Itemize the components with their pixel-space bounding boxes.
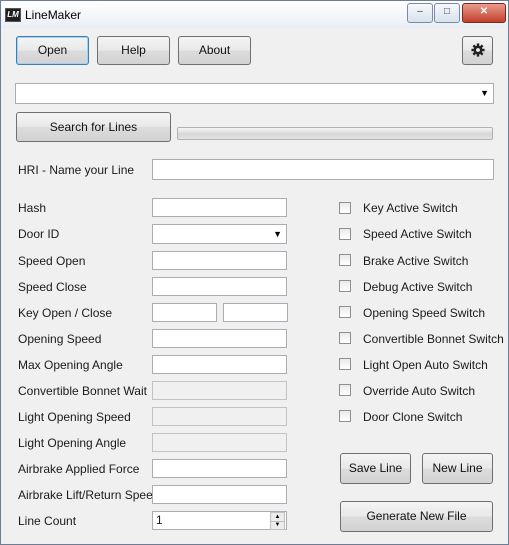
opening-speed-input[interactable] (152, 329, 287, 348)
override-auto-switch-label[interactable]: Override Auto Switch (363, 384, 475, 398)
close-button[interactable]: ✕ (462, 3, 506, 23)
light-opening-angle-label: Light Opening Angle (18, 436, 127, 450)
key-active-switch-label[interactable]: Key Active Switch (363, 201, 458, 215)
search-for-lines-button[interactable]: Search for Lines (16, 112, 171, 142)
key-close-input[interactable] (223, 303, 288, 322)
airbrake-lift-return-speed-label: Airbrake Lift/Return Speed (18, 488, 160, 502)
window-title: LineMaker (25, 8, 82, 22)
brake-active-switch-label[interactable]: Brake Active Switch (363, 254, 468, 268)
light-opening-speed-label: Light Opening Speed (18, 410, 131, 424)
stepper-down-icon[interactable]: ▼ (270, 521, 285, 530)
line-count-stepper[interactable]: 1 ▲ ▼ (152, 511, 287, 530)
opening-speed-label: Opening Speed (18, 332, 102, 346)
hash-input[interactable] (152, 198, 287, 217)
convertible-bonnet-wait-input (152, 381, 287, 400)
brake-active-switch-checkbox[interactable] (339, 254, 351, 266)
convertible-bonnet-switch-label[interactable]: Convertible Bonnet Switch (363, 332, 504, 346)
speed-close-input[interactable] (152, 277, 287, 296)
line-count-value: 1 (156, 513, 163, 527)
maximize-button[interactable]: □ (434, 3, 460, 23)
name-line-label: HRI - Name your Line (18, 163, 135, 177)
light-opening-angle-input (152, 433, 287, 452)
convertible-bonnet-switch-checkbox[interactable] (339, 332, 351, 344)
line-select-dropdown[interactable]: ▼ (15, 83, 494, 104)
help-button[interactable]: Help (97, 36, 170, 65)
about-button[interactable]: About (178, 36, 251, 65)
speed-open-input[interactable] (152, 251, 287, 270)
speed-active-switch-checkbox[interactable] (339, 228, 351, 240)
search-progress-bar (177, 127, 493, 140)
save-line-button[interactable]: Save Line (340, 453, 411, 484)
override-auto-switch-checkbox[interactable] (339, 384, 351, 396)
title-bar[interactable]: LM LineMaker – □ ✕ (1, 1, 508, 28)
chevron-down-icon: ▼ (480, 88, 489, 98)
line-count-label: Line Count (18, 514, 77, 528)
max-opening-angle-input[interactable] (152, 355, 287, 374)
generate-new-file-button[interactable]: Generate New File (340, 501, 493, 532)
door-id-label: Door ID (18, 227, 60, 241)
light-open-auto-switch-label[interactable]: Light Open Auto Switch (363, 358, 488, 372)
open-button[interactable]: Open (16, 36, 89, 65)
door-id-dropdown[interactable]: ▼ (152, 224, 287, 244)
hash-label: Hash (18, 201, 47, 215)
settings-button[interactable] (462, 36, 493, 65)
new-line-button[interactable]: New Line (422, 453, 493, 484)
linemaker-window: LM LineMaker – □ ✕ Open Help About ▼ Sea… (0, 0, 509, 545)
door-clone-switch-checkbox[interactable] (339, 410, 351, 422)
minimize-button[interactable]: – (407, 3, 433, 23)
name-line-input[interactable] (152, 159, 494, 180)
key-open-close-label: Key Open / Close (18, 306, 113, 320)
app-icon: LM (5, 8, 21, 22)
speed-close-label: Speed Close (18, 280, 87, 294)
opening-speed-switch-checkbox[interactable] (339, 306, 351, 318)
opening-speed-switch-label[interactable]: Opening Speed Switch (363, 306, 485, 320)
key-active-switch-checkbox[interactable] (339, 202, 351, 214)
debug-active-switch-label[interactable]: Debug Active Switch (363, 280, 472, 294)
light-opening-speed-input (152, 407, 287, 426)
gear-icon (470, 43, 485, 57)
speed-open-label: Speed Open (18, 254, 86, 268)
door-clone-switch-label[interactable]: Door Clone Switch (363, 410, 462, 424)
chevron-down-icon: ▼ (273, 229, 282, 239)
airbrake-lift-return-speed-input[interactable] (152, 485, 287, 504)
light-open-auto-switch-checkbox[interactable] (339, 358, 351, 370)
airbrake-applied-force-input[interactable] (152, 459, 287, 478)
convertible-bonnet-wait-label: Convertible Bonnet Wait (18, 384, 147, 398)
speed-active-switch-label[interactable]: Speed Active Switch (363, 227, 472, 241)
airbrake-applied-force-label: Airbrake Applied Force (18, 462, 140, 476)
max-opening-angle-label: Max Opening Angle (18, 358, 123, 372)
debug-active-switch-checkbox[interactable] (339, 280, 351, 292)
key-open-input[interactable] (152, 303, 217, 322)
